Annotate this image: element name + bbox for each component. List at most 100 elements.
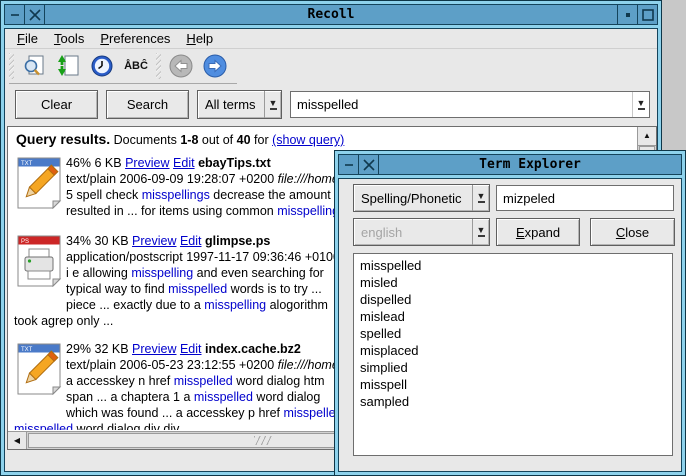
postscript-file-icon: PS: [16, 233, 66, 313]
toolbar-grip[interactable]: [156, 53, 161, 79]
text-segment: misspelled: [168, 282, 227, 296]
text-segment: for: [251, 133, 273, 147]
main-titlebar[interactable]: Recoll: [4, 4, 658, 25]
svg-text:PS: PS: [21, 239, 29, 245]
term-item[interactable]: spelled: [354, 325, 672, 342]
scroll-left-icon[interactable]: ◀: [8, 432, 27, 449]
text-segment: misspelled: [174, 374, 233, 388]
language-combobox: english ▼: [353, 218, 490, 246]
dialog-titlebar[interactable]: Term Explorer: [338, 154, 682, 175]
text-file-icon: TXT: [16, 155, 66, 219]
forward-icon[interactable]: [201, 52, 229, 80]
text-segment: out of: [198, 133, 236, 147]
text-segment: file:///home: [278, 172, 339, 186]
menu-help[interactable]: Help: [178, 30, 221, 47]
text-segment: text/plain 2006-05-23 23:12:55 +0200: [66, 358, 278, 372]
text-segment: text/plain 2006-09-09 19:28:07 +0200: [66, 172, 278, 186]
close-icon[interactable]: [359, 155, 379, 174]
edit-link[interactable]: Edit: [173, 156, 195, 170]
menu-preferences[interactable]: Preferences: [92, 30, 178, 47]
expansion-mode-value: Spelling/Phonetic: [354, 185, 472, 211]
term-explorer-dialog: Term Explorer Spelling/Phonetic ▼ englis…: [334, 150, 686, 476]
text-segment: Documents: [110, 133, 180, 147]
text-segment: application/postscript 1997-11-17 09:36:…: [66, 250, 340, 264]
term-input[interactable]: [497, 186, 673, 210]
spellcheck-glyph: ÅBĈ: [124, 60, 148, 72]
window-title: Recoll: [45, 5, 617, 24]
edit-link[interactable]: Edit: [180, 234, 202, 248]
results-header: Query results. Documents 1-8 out of 40 f…: [16, 131, 632, 147]
text-segment: i e allowing: [66, 266, 131, 280]
text-segment: typical way to find: [66, 282, 168, 296]
text-segment: misspelled: [14, 422, 73, 430]
text-segment: word dialog div div ...: [73, 422, 193, 430]
preview-link[interactable]: Preview: [125, 156, 169, 170]
svg-text:TXT: TXT: [21, 347, 33, 353]
preview-link[interactable]: Preview: [132, 234, 176, 248]
minimize-button[interactable]: [339, 155, 359, 174]
text-segment: 29% 32 KB: [66, 342, 132, 356]
term-item[interactable]: misled: [354, 274, 672, 291]
text-segment: which was found ... a accesskey p href: [66, 406, 283, 420]
text-segment: misspelling: [204, 298, 266, 312]
term-item[interactable]: sampled: [354, 393, 672, 410]
term-item[interactable]: dispelled: [354, 291, 672, 308]
toolbar-separator: [9, 83, 237, 84]
term-item[interactable]: mislead: [354, 308, 672, 325]
text-segment: took agrep only ...: [14, 314, 113, 328]
maximize-button[interactable]: [637, 5, 657, 24]
term-item[interactable]: misspelled: [354, 257, 672, 274]
menubar: FileToolsPreferencesHelp: [5, 29, 657, 49]
toolbar-grip[interactable]: [9, 53, 14, 79]
text-segment: misspelled: [194, 390, 253, 404]
minimize-button[interactable]: [5, 5, 25, 24]
expansion-mode-combobox[interactable]: Spelling/Phonetic ▼: [353, 184, 490, 212]
text-segment: ebayTips.txt: [198, 156, 271, 170]
spellcheck-icon[interactable]: ÅBĈ: [122, 52, 150, 80]
text-segment: and even searching for: [193, 266, 324, 280]
text-segment: a accesskey n href: [66, 374, 174, 388]
text-segment: 34% 30 KB: [66, 234, 132, 248]
clear-button[interactable]: Clear: [15, 90, 98, 119]
preview-link[interactable]: Preview: [132, 342, 176, 356]
text-segment: glimpse.ps: [205, 234, 270, 248]
shade-button[interactable]: [617, 5, 637, 24]
text-segment: decrease the amount of: [210, 188, 345, 202]
text-segment: 46% 6 KB: [66, 156, 125, 170]
query-input[interactable]: [291, 92, 632, 117]
search-mode-combobox[interactable]: All terms ▼: [197, 90, 282, 119]
text-segment: misspelling: [131, 266, 193, 280]
back-icon[interactable]: [167, 52, 195, 80]
term-item[interactable]: simplied: [354, 359, 672, 376]
menu-tools[interactable]: Tools: [46, 30, 92, 47]
text-segment: misspellings: [142, 188, 210, 202]
language-value: english: [354, 219, 472, 245]
query-combobox[interactable]: ▼: [290, 91, 650, 118]
term-item[interactable]: misspell: [354, 376, 672, 393]
expand-button[interactable]: Expand: [496, 218, 580, 246]
text-segment: 5 spell check: [66, 188, 142, 202]
text-segment: Query results.: [16, 131, 110, 147]
chevron-down-icon: ▼: [472, 185, 489, 211]
text-segment: span ... a chaptera 1 a: [66, 390, 194, 404]
doc-search-icon[interactable]: [20, 52, 48, 80]
search-mode-value: All terms: [198, 91, 264, 118]
chevron-down-icon: ▼: [632, 92, 649, 117]
text-segment: file:///home: [278, 358, 339, 372]
text-file-icon: TXT: [16, 341, 66, 421]
term-input-field[interactable]: [496, 185, 674, 211]
chevron-down-icon: ▼: [472, 219, 489, 245]
clock-icon[interactable]: [88, 52, 116, 80]
close-button[interactable]: Close: [590, 218, 675, 246]
term-item[interactable]: misplaced: [354, 342, 672, 359]
show-query-link[interactable]: (show query): [272, 133, 344, 147]
search-button[interactable]: Search: [106, 90, 189, 119]
edit-link[interactable]: Edit: [180, 342, 202, 356]
text-segment: word dialog: [253, 390, 320, 404]
menu-file[interactable]: File: [9, 30, 46, 47]
close-button[interactable]: [25, 5, 45, 24]
text-segment: words is to try ...: [227, 282, 321, 296]
scroll-up-icon[interactable]: ▲: [638, 127, 656, 146]
doc-sort-icon[interactable]: [54, 52, 82, 80]
dialog-client-area: Spelling/Phonetic ▼ english ▼ Expand Clo…: [338, 178, 682, 472]
